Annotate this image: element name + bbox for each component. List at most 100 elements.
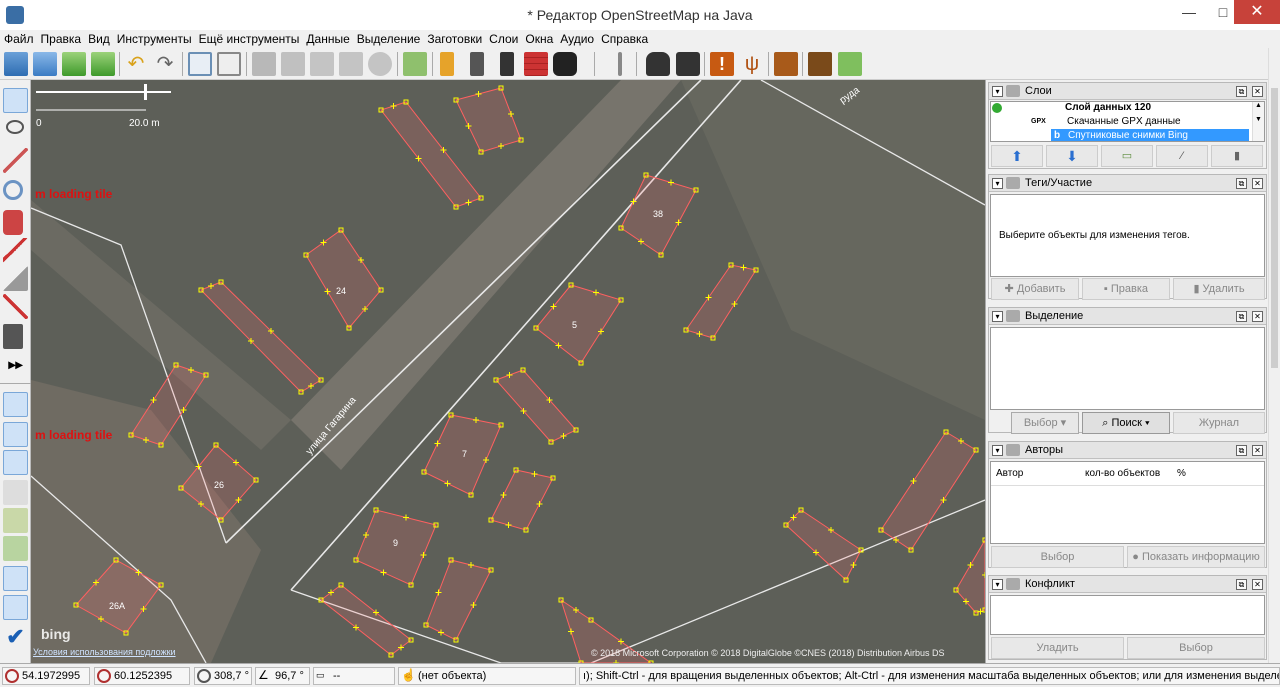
railway-crossing-icon[interactable] xyxy=(500,52,514,76)
menu-audio[interactable]: Аудио xyxy=(557,30,597,48)
toggle-selection-icon[interactable] xyxy=(3,450,28,475)
panel-close-icon[interactable]: ✕ xyxy=(1252,579,1263,590)
layer-item-selected[interactable]: b Спутниковые снимки Bing xyxy=(1051,129,1249,141)
warning-icon[interactable]: ! xyxy=(710,52,734,76)
activate-layer-icon[interactable]: ▭ xyxy=(1101,145,1153,167)
layers-scrollbar[interactable]: ▲ ▼ xyxy=(1252,102,1264,141)
extrude-icon[interactable] xyxy=(3,294,28,319)
detach-icon[interactable]: ⧉ xyxy=(1236,579,1247,590)
menu-tools[interactable]: Инструменты xyxy=(114,30,195,48)
detach-icon[interactable]: ⧉ xyxy=(1236,311,1247,322)
layer-item[interactable]: Слой данных 120 xyxy=(991,102,1264,115)
menu-file[interactable]: Файл xyxy=(1,30,37,48)
stop-sign-icon[interactable] xyxy=(470,52,484,76)
open-file-icon[interactable] xyxy=(4,52,28,76)
toggle-relations-icon[interactable] xyxy=(3,480,28,505)
toggle-authors-icon[interactable] xyxy=(3,566,28,591)
menu-windows[interactable]: Окна xyxy=(522,30,556,48)
industrial-icon[interactable] xyxy=(808,52,832,76)
toggle-history-icon[interactable] xyxy=(3,508,28,533)
menu-help[interactable]: Справка xyxy=(598,30,651,48)
merge-layer-icon[interactable]: ⁄ xyxy=(1156,145,1208,167)
conflict-select-button[interactable]: Выбор xyxy=(1127,637,1265,659)
move-up-icon[interactable]: ⬆ xyxy=(991,145,1043,167)
show-info-button[interactable]: ● Показать информацию xyxy=(1127,546,1265,568)
upload-icon[interactable] xyxy=(91,52,115,76)
toggle-commands-icon[interactable] xyxy=(3,536,28,561)
orthogonalize-icon[interactable] xyxy=(339,52,363,76)
detach-icon[interactable]: ⧉ xyxy=(1236,86,1247,97)
layer-item[interactable]: GPX Скачанные GPX данные xyxy=(991,115,1264,129)
menu-edit[interactable]: Правка xyxy=(38,30,85,48)
redo-icon[interactable]: ↷ xyxy=(153,52,177,76)
collapse-icon[interactable]: ▾ xyxy=(992,579,1003,590)
preferences-icon[interactable] xyxy=(188,52,212,76)
menu-presets[interactable]: Заготовки xyxy=(424,30,485,48)
delete-tag-button[interactable]: ▮ Удалить xyxy=(1173,278,1265,300)
more-tools-chevron-icon[interactable]: ▸▸ xyxy=(3,352,28,377)
parallel-way-icon[interactable] xyxy=(3,266,28,291)
delete-layer-icon[interactable]: ▮ xyxy=(1211,145,1263,167)
imagery-terms-link[interactable]: Условия использования подложки xyxy=(33,647,176,657)
detach-icon[interactable]: ⧉ xyxy=(1236,178,1247,189)
toggle-conflict-icon[interactable] xyxy=(3,595,28,620)
authors-select-button[interactable]: Выбор xyxy=(991,546,1124,568)
download-icon[interactable] xyxy=(62,52,86,76)
add-tag-button[interactable]: ✚ Добавить xyxy=(991,278,1079,300)
search-button[interactable]: ⌕ Поиск ▾ xyxy=(1082,412,1170,434)
toggle-layers-icon[interactable] xyxy=(3,392,28,417)
select-mode-icon[interactable] xyxy=(3,88,28,113)
scrollbar-thumb[interactable] xyxy=(1271,88,1278,368)
align-circle-icon[interactable] xyxy=(310,52,334,76)
panel-close-icon[interactable]: ✕ xyxy=(1252,86,1263,97)
panel-close-icon[interactable]: ✕ xyxy=(1252,445,1263,456)
toggle-tags-icon[interactable] xyxy=(3,422,28,447)
collapse-icon[interactable]: ▾ xyxy=(992,311,1003,322)
detach-icon[interactable]: ⧉ xyxy=(1236,445,1247,456)
collapse-icon[interactable]: ▾ xyxy=(992,86,1003,97)
move-down-icon[interactable]: ⬇ xyxy=(1046,145,1098,167)
collapse-icon[interactable]: ▾ xyxy=(992,178,1003,189)
car-icon[interactable] xyxy=(646,52,670,76)
validator-check-icon[interactable]: ✔ xyxy=(3,624,28,649)
map-view[interactable]: m loading tile m loading tile 0 20.0 m у… xyxy=(31,80,985,663)
resolve-button[interactable]: Уладить xyxy=(991,637,1124,659)
delete-mode-icon[interactable] xyxy=(3,210,23,235)
edit-tag-button[interactable]: ▪ Правка xyxy=(1082,278,1170,300)
tractor-icon[interactable] xyxy=(553,52,577,76)
traffic-signals-icon[interactable] xyxy=(440,52,454,76)
split-way-icon[interactable] xyxy=(281,52,305,76)
lasso-icon[interactable] xyxy=(6,120,24,134)
collapse-icon[interactable]: ▾ xyxy=(992,445,1003,456)
menu-more-tools[interactable]: Ещё инструменты xyxy=(196,30,303,48)
zoom-icon[interactable] xyxy=(3,180,23,200)
select-button[interactable]: Выбор ▾ xyxy=(1011,412,1079,434)
menu-data[interactable]: Данные xyxy=(303,30,352,48)
zoom-data-icon[interactable] xyxy=(217,52,241,76)
menu-imagery[interactable]: Слои xyxy=(486,30,521,48)
save-icon[interactable] xyxy=(33,52,57,76)
col-author[interactable]: Автор xyxy=(996,468,1023,479)
undo-icon[interactable]: ↶ xyxy=(124,52,148,76)
landuse-icon[interactable] xyxy=(838,52,862,76)
window-scrollbar[interactable] xyxy=(1268,48,1280,663)
panel-close-icon[interactable]: ✕ xyxy=(1252,178,1263,189)
reverse-way-icon[interactable] xyxy=(368,52,392,76)
combine-way-icon[interactable] xyxy=(252,52,276,76)
restaurant-icon[interactable]: ψ xyxy=(740,52,764,76)
menu-view[interactable]: Вид xyxy=(85,30,113,48)
bollard-icon[interactable] xyxy=(618,52,622,76)
close-button[interactable]: ✕ xyxy=(1234,0,1280,24)
castle-icon[interactable] xyxy=(774,52,798,76)
journal-button[interactable]: Журнал xyxy=(1173,412,1265,434)
draw-nodes-icon[interactable] xyxy=(3,148,28,173)
panel-close-icon[interactable]: ✕ xyxy=(1252,311,1263,322)
col-percent[interactable]: % xyxy=(1177,468,1186,479)
simplify-way-icon[interactable] xyxy=(403,52,427,76)
map-canvas[interactable] xyxy=(31,80,985,663)
menu-selection[interactable]: Выделение xyxy=(354,30,424,48)
improve-way-icon[interactable] xyxy=(3,238,28,263)
col-count[interactable]: кол-во объектов xyxy=(1085,468,1160,479)
building-tool-icon[interactable] xyxy=(3,324,23,349)
wall-icon[interactable] xyxy=(524,52,548,76)
